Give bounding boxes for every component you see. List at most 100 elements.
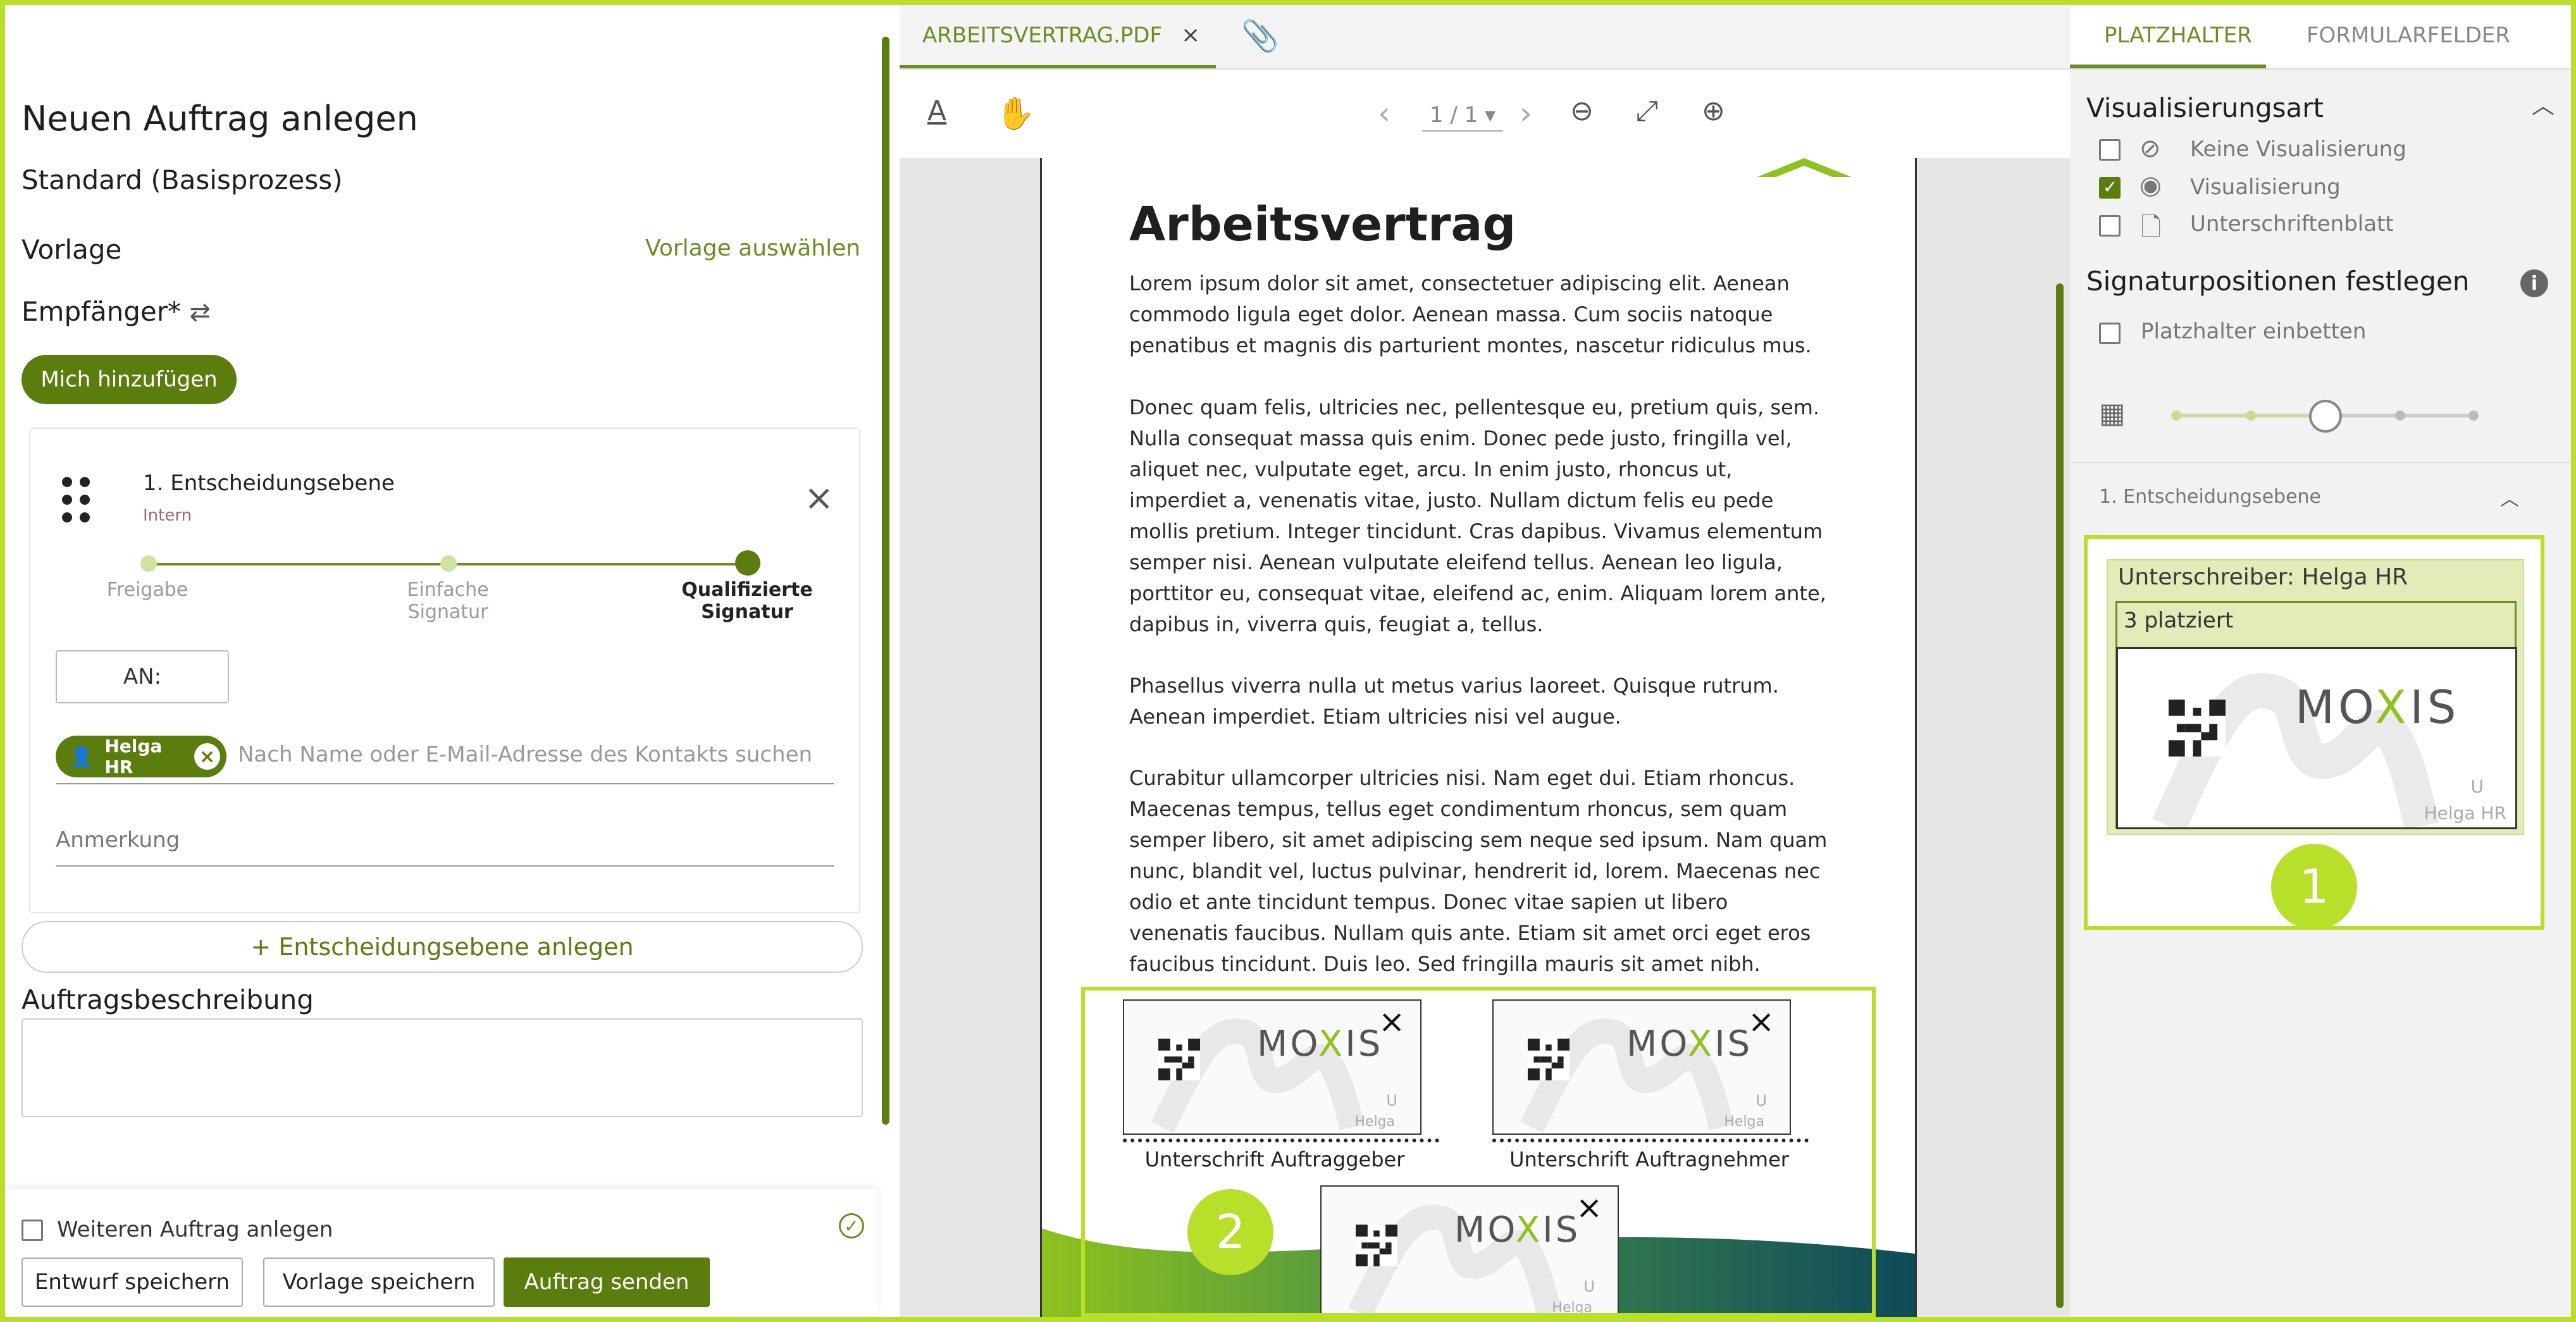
document-icon: 🗋 [2141,213,2162,242]
send-order-button[interactable]: Auftrag senden [504,1257,710,1307]
embed-placeholder-label: Platzhalter einbetten [2141,319,2367,344]
prev-page-icon[interactable]: ‹ [1378,95,1390,132]
tab-placeholder[interactable]: PLATZHALTER [2104,23,2252,48]
level-subtitle: Intern [143,506,192,525]
signature-area-highlight [1081,987,1876,1317]
close-tab-icon[interactable]: × [1181,22,1200,48]
recipient-chip-name: Helga HR [104,736,163,777]
step-label-qualifizierte: Qualifizierte Signatur [681,579,813,623]
recipients-label: Empfänger* ⇄ [22,296,211,327]
add-decision-level-button[interactable]: + Entscheidungsebene anlegen [22,921,863,973]
template-label: Vorlage [22,234,122,265]
search-underline [56,783,834,784]
slider-tick [2171,411,2181,421]
tab-label: ARBEITSVERTRAG.PDF [922,22,1163,48]
visualization-title: Visualisierungsart [2086,92,2324,123]
signature-preview[interactable]: MOXIS U Helga HR [2116,647,2517,829]
left-scrollbar[interactable] [882,18,889,1125]
process-name: Standard (Basisprozess) [22,164,343,195]
description-textarea[interactable] [22,1018,863,1117]
signer-title: Unterschreiber: Helga HR [2118,564,2408,590]
text-select-icon[interactable]: A [927,95,946,127]
slider-tick [2468,411,2479,421]
step-dot-qualifizierte[interactable] [735,550,760,576]
paragraph-4: Curabitur ullamcorper ultricies nisi. Na… [1129,766,1828,976]
signer-name: Helga HR [2424,803,2506,824]
option-visualization: Visualisierung [2190,175,2341,200]
step-dot-freigabe[interactable] [140,555,157,572]
checkbox-signature-sheet[interactable] [2099,215,2121,237]
signer-card: Unterschreiber: Helga HR 3 platziert MOX… [2107,559,2524,835]
person-icon: 👤 [70,745,94,768]
active-tab-indicator [2070,65,2266,68]
qr-code-icon [2169,700,2226,757]
contact-search-input[interactable]: Nach Name oder E-Mail-Adresse des Kontak… [238,742,812,767]
swap-icon[interactable]: ⇄ [189,298,211,327]
save-draft-button[interactable]: Entwurf speichern [22,1257,243,1307]
signature-u-mark: U [2470,776,2484,797]
recipient-chip[interactable]: 👤 Helga HR × [56,736,226,777]
drag-handle-icon[interactable] [62,477,100,528]
zoom-in-icon[interactable]: ⊕ [1702,95,1725,127]
another-order-checkbox[interactable] [22,1220,43,1241]
check-circle-icon: ✓ [839,1213,864,1239]
moxis-logo: MOXIS [2295,681,2460,734]
remove-icon[interactable]: × [194,743,220,770]
option-no-visualization: Keine Visualisierung [2190,137,2406,162]
description-label: Auftragsbeschreibung [22,984,314,1015]
chevron-up-icon[interactable]: ︿ [2532,87,2554,120]
level-title: 1. Entscheidungsebene [143,471,395,496]
order-form-panel: Neuen Auftrag anlegen Standard (Basispro… [5,5,893,1317]
zoom-out-icon[interactable]: ⊖ [1570,95,1594,127]
checkbox-embed-placeholder[interactable] [2099,323,2121,344]
add-me-button[interactable]: Mich hinzufügen [22,355,237,404]
another-order-label: Weiteren Auftrag anlegen [57,1217,333,1242]
chevron-up-icon[interactable]: ︿ [2500,483,2519,511]
paragraph-2: Donec quam felis, ultricies nec, pellent… [1129,395,1826,636]
hand-tool-icon[interactable]: ✋ [996,95,1035,132]
an-selector[interactable]: AN: [56,650,229,703]
remark-field[interactable]: Anmerkung [56,827,180,853]
placeholder-sidebar: PLATZHALTER FORMULARFELDER Visualisierun… [2070,5,2571,1317]
grid-slider-knob[interactable] [2309,400,2342,433]
eye-icon: ◉ [2139,171,2162,200]
grid-icon[interactable]: ▦ [2099,397,2126,429]
slider-tick [2395,411,2405,421]
info-icon[interactable]: i [2520,269,2548,297]
checkbox-visualization[interactable] [2099,176,2121,199]
paragraph-3: Phasellus viverra nulla ut metus varius … [1129,674,1779,729]
placed-count: 3 platziert [2124,608,2234,633]
document-tabbar: ARBEITSVERTRAG.PDF × 📎 [900,5,2070,70]
step-dot-einfache[interactable] [440,555,457,572]
option-signature-sheet: Unterschriftenblatt [2190,211,2394,237]
decision-level-card: 1. Entscheidungsebene Intern × Freigabe … [29,428,860,913]
page-title: Neuen Auftrag anlegen [22,99,418,139]
callout-badge-2: 2 [1187,1189,1273,1275]
step-label-freigabe: Freigabe [106,579,189,601]
document-scrollbar[interactable] [2056,170,2064,1308]
form-footer: Weiteren Auftrag anlegen ✓ Entwurf speic… [5,1189,878,1316]
fit-page-icon[interactable]: ⤢ [1636,95,1658,127]
next-page-icon[interactable]: › [1520,95,1532,132]
viewer-toolbar: A ✋ ‹ 1 / 1 ▾ › ⊖ ⤢ ⊕ [900,70,2070,158]
pdf-viewer: ARBEITSVERTRAG.PDF × 📎 A ✋ ‹ 1 / 1 ▾ › ⊖… [900,5,2070,1317]
select-template-link[interactable]: Vorlage auswählen [645,235,860,261]
signature-positions-title: Signaturpositionen festlegen [2086,266,2470,297]
remark-underline [56,865,834,867]
signer-card-highlight: Unterschreiber: Helga HR 3 platziert MOX… [2084,535,2544,930]
paragraph-1: Lorem ipsum dolor sit amet, consectetuer… [1129,271,1812,357]
eye-off-icon: ⊘ [2139,134,2161,163]
close-icon[interactable]: × [804,481,834,516]
corner-logo-icon [1757,158,1852,177]
save-template-button[interactable]: Vorlage speichern [263,1257,495,1307]
level-section-label: 1. Entscheidungsebene [2099,486,2321,508]
tab-arbeitsvertrag[interactable]: ARBEITSVERTRAG.PDF × [900,5,1216,68]
tab-form-fields[interactable]: FORMULARFELDER [2307,23,2510,48]
callout-badge-1: 1 [2271,844,2357,930]
checkbox-no-visualization[interactable] [2099,139,2121,161]
pdf-page: Arbeitsvertrag Lorem ipsum dolor sit ame… [1040,158,1917,1317]
document-title: Arbeitsvertrag [1129,197,1516,252]
paperclip-icon[interactable]: 📎 [1241,18,1279,54]
placed-signature-group[interactable]: 3 platziert MOXIS U Helga HR [2115,601,2517,829]
page-selector[interactable]: 1 / 1 ▾ [1422,102,1504,132]
